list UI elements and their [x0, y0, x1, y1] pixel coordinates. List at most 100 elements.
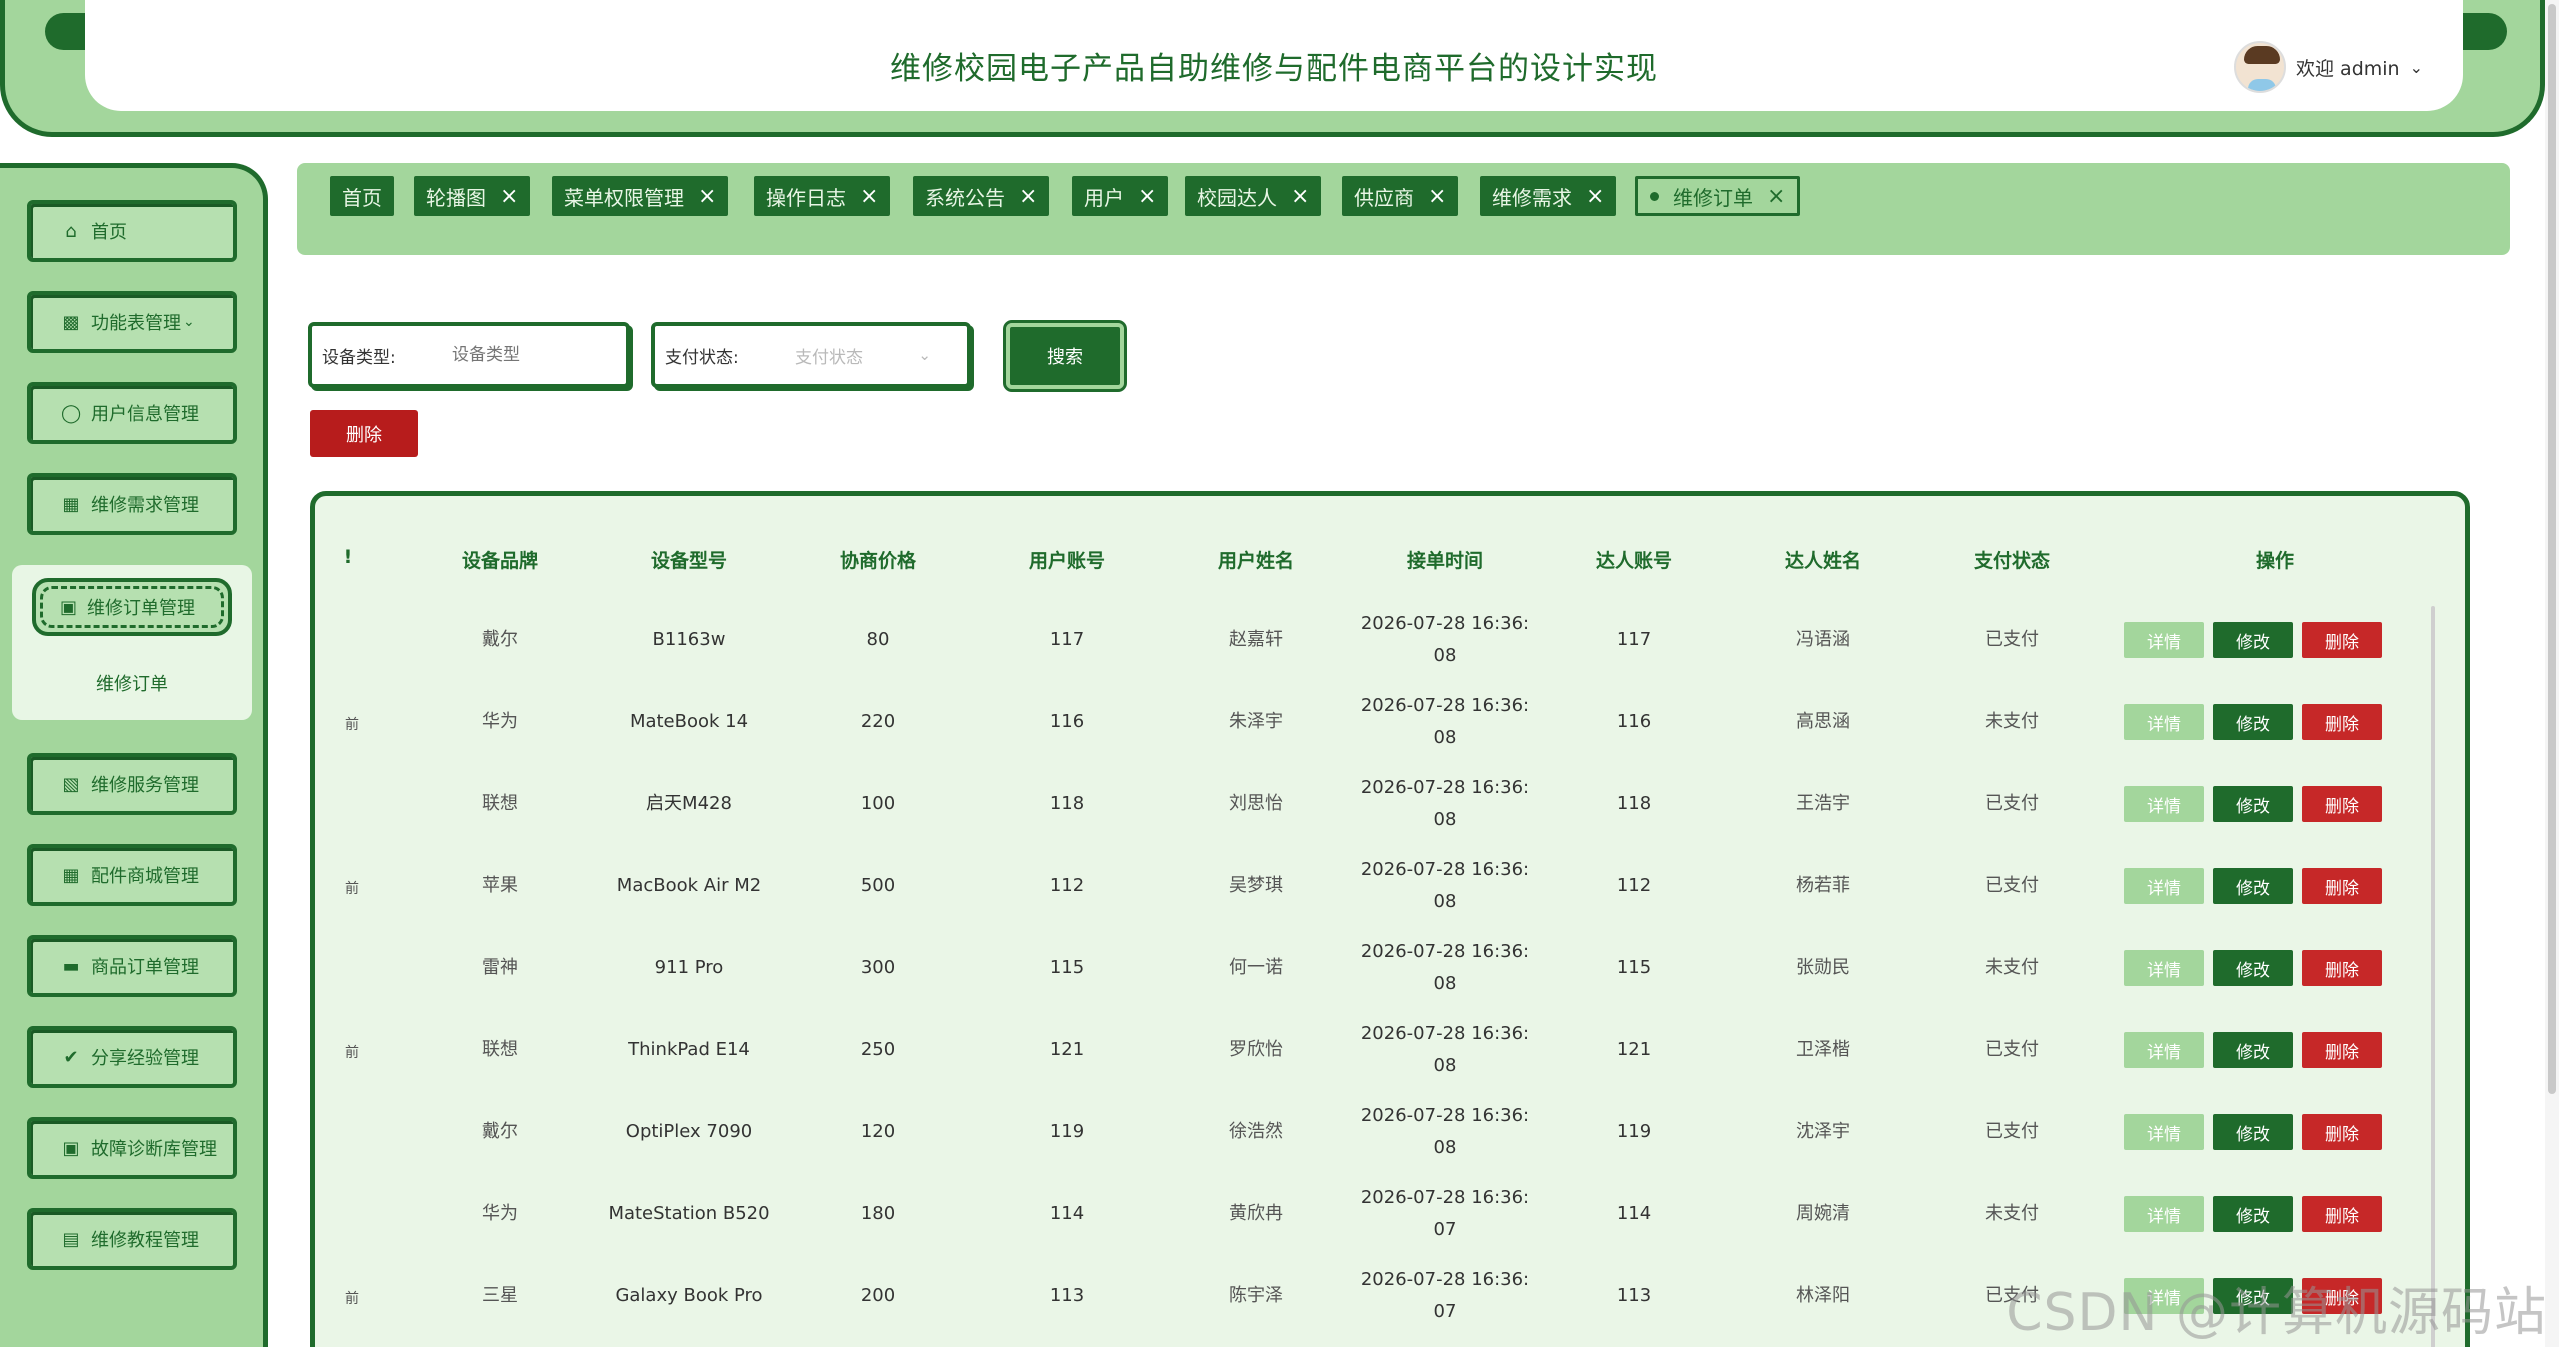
- close-icon[interactable]: ×: [860, 184, 878, 209]
- cell-expert-account: 121: [1616, 1039, 1652, 1060]
- delete-row-button[interactable]: 删除: [2302, 704, 2382, 740]
- cell-brand: 苹果: [482, 875, 518, 896]
- sidebar-item-repair-demand[interactable]: ▦ 维修需求管理: [27, 473, 237, 535]
- sidebar-item-repair-order[interactable]: ▣ 维修订单管理: [32, 578, 232, 636]
- sidebar-item-user-info[interactable]: ◯ 用户信息管理: [27, 382, 237, 444]
- cell-time: 2026-07-28 16:36:08: [1360, 1105, 1530, 1158]
- sidebar-item-label: 功能表管理: [91, 313, 181, 334]
- sidebar-item-label: 首页: [91, 222, 127, 243]
- cell-user-name: 朱泽宇: [1229, 711, 1283, 732]
- detail-button[interactable]: 详情: [2124, 786, 2204, 822]
- active-dot-icon: [1650, 191, 1659, 201]
- sidebar-item-tutorial[interactable]: ▤ 维修教程管理: [27, 1208, 237, 1270]
- sidebar-item-functions[interactable]: ▩ 功能表管理 ⌄: [27, 291, 237, 353]
- cell-model: 启天M428: [646, 793, 732, 814]
- cell-price: 500: [860, 875, 896, 896]
- close-icon[interactable]: ×: [698, 184, 716, 209]
- watermark: CSDN @计算机源码站: [2006, 1283, 2547, 1343]
- tab-menu-permission[interactable]: 菜单权限管理 ×: [552, 176, 729, 216]
- detail-button[interactable]: 详情: [2124, 1032, 2204, 1068]
- edit-button[interactable]: 修改: [2213, 622, 2293, 658]
- welcome-text[interactable]: 欢迎 admin: [2296, 54, 2400, 81]
- row-marker: 前: [345, 717, 359, 733]
- avatar[interactable]: [2234, 41, 2287, 93]
- user-menu[interactable]: 欢迎 admin ⌄: [2234, 40, 2423, 94]
- detail-button[interactable]: 详情: [2124, 1196, 2204, 1232]
- cell-expert-account: 114: [1616, 1203, 1652, 1224]
- sidebar-item-share-experience[interactable]: ✔ 分享经验管理: [27, 1026, 237, 1088]
- edit-button[interactable]: 修改: [2213, 786, 2293, 822]
- edit-button[interactable]: 修改: [2213, 1114, 2293, 1150]
- detail-button[interactable]: 详情: [2124, 704, 2204, 740]
- delete-row-button[interactable]: 删除: [2302, 1032, 2382, 1068]
- cell-model: MateBook 14: [629, 711, 749, 732]
- edit-button[interactable]: 修改: [2213, 1196, 2293, 1232]
- sidebar-item-fault-library[interactable]: ▣ 故障诊断库管理: [27, 1117, 237, 1179]
- tabs-bar: 首页 轮播图 × 菜单权限管理 × 操作日志 × 系统公告 × 用户 × 校园达…: [297, 163, 2510, 255]
- close-icon[interactable]: ×: [1138, 184, 1156, 209]
- detail-button[interactable]: 详情: [2124, 622, 2204, 658]
- cell-user-name: 何一诺: [1229, 957, 1283, 978]
- orders-table: ! 设备品牌 设备型号 协商价格 用户账号 用户姓名 接单时间 达人账号 达人姓…: [310, 491, 2470, 1347]
- cell-price: 100: [860, 793, 896, 814]
- row-marker: 前: [345, 1045, 359, 1061]
- tab-home[interactable]: 首页: [330, 176, 394, 216]
- tab-announcement[interactable]: 系统公告 ×: [913, 176, 1050, 216]
- detail-button[interactable]: 详情: [2124, 1114, 2204, 1150]
- delete-row-button[interactable]: 删除: [2302, 1196, 2382, 1232]
- close-icon[interactable]: ×: [1586, 184, 1604, 209]
- cell-model: MacBook Air M2: [616, 875, 762, 896]
- sidebar-item-home[interactable]: ⌂ 首页: [27, 200, 237, 262]
- close-icon[interactable]: ×: [1019, 184, 1037, 209]
- tab-supplier[interactable]: 供应商 ×: [1342, 176, 1459, 216]
- delete-row-button[interactable]: 删除: [2302, 950, 2382, 986]
- delete-row-button[interactable]: 删除: [2302, 786, 2382, 822]
- page-scrollbar-thumb[interactable]: [2548, 4, 2556, 1094]
- delete-row-button[interactable]: 删除: [2302, 622, 2382, 658]
- tab-carousel[interactable]: 轮播图 ×: [414, 176, 531, 216]
- delete-row-button[interactable]: 删除: [2302, 868, 2382, 904]
- column-header: 支付状态: [1973, 550, 2051, 572]
- sidebar-item-parts-mall[interactable]: ▦ 配件商城管理: [27, 844, 237, 906]
- search-button[interactable]: 搜索: [1003, 320, 1127, 392]
- tab-repair-demand[interactable]: 维修需求 ×: [1480, 176, 1617, 216]
- grid-icon: ▦: [62, 493, 80, 515]
- cell-pay-status: 未支付: [1985, 957, 2039, 978]
- tab-campus-expert[interactable]: 校园达人 ×: [1185, 176, 1322, 216]
- tab-operation-log[interactable]: 操作日志 ×: [754, 176, 891, 216]
- edit-button[interactable]: 修改: [2213, 1032, 2293, 1068]
- close-icon[interactable]: ×: [1428, 184, 1446, 209]
- tab-label: 校园达人: [1197, 185, 1277, 210]
- edit-button[interactable]: 修改: [2213, 950, 2293, 986]
- sidebar-item-label: 分享经验管理: [91, 1048, 199, 1069]
- cell-user-account: 117: [1049, 629, 1085, 650]
- pay-status-select[interactable]: 支付状态: [795, 343, 955, 368]
- edit-button[interactable]: 修改: [2213, 704, 2293, 740]
- delete-row-button[interactable]: 删除: [2302, 1114, 2382, 1150]
- cell-user-name: 刘思怡: [1229, 793, 1283, 814]
- submenu-repair-order[interactable]: 维修订单: [12, 670, 252, 696]
- sidebar-item-repair-service[interactable]: ▧ 维修服务管理: [27, 753, 237, 815]
- tab-repair-order[interactable]: 维修订单 ×: [1635, 176, 1801, 216]
- delete-button[interactable]: 删除: [310, 410, 418, 457]
- device-type-input[interactable]: [452, 345, 612, 365]
- table-scrollbar[interactable]: [2431, 606, 2435, 1347]
- close-icon[interactable]: ×: [500, 184, 518, 209]
- row-marker: 前: [345, 881, 359, 897]
- cell-brand: 戴尔: [482, 629, 518, 650]
- tab-label: 供应商: [1354, 185, 1414, 210]
- column-header: 操作: [2255, 550, 2295, 572]
- page-scrollbar[interactable]: [2545, 0, 2559, 1347]
- close-icon[interactable]: ×: [1291, 184, 1309, 209]
- folder-icon: ▧: [62, 773, 80, 795]
- chevron-down-icon[interactable]: ⌄: [2410, 58, 2423, 77]
- edit-button[interactable]: 修改: [2213, 868, 2293, 904]
- column-header: 设备品牌: [461, 550, 539, 572]
- chevron-down-icon[interactable]: ⌄: [918, 346, 931, 364]
- detail-button[interactable]: 详情: [2124, 950, 2204, 986]
- close-icon[interactable]: ×: [1767, 184, 1785, 209]
- cell-user-account: 113: [1049, 1285, 1085, 1306]
- sidebar-item-goods-order[interactable]: ▬ 商品订单管理: [27, 935, 237, 997]
- detail-button[interactable]: 详情: [2124, 868, 2204, 904]
- tab-user[interactable]: 用户 ×: [1072, 176, 1169, 216]
